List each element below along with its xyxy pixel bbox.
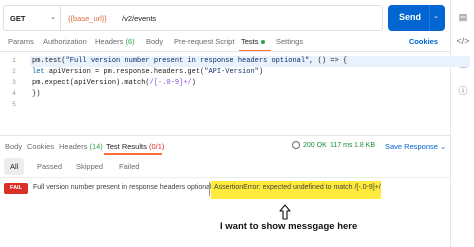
filter-all[interactable]: All bbox=[4, 158, 25, 175]
filters-divider bbox=[0, 177, 450, 178]
tab-test-results-count: (0/1) bbox=[148, 142, 165, 151]
annotation-caption: I want to show messgage here bbox=[220, 221, 358, 232]
active-tab-indicator bbox=[104, 153, 162, 155]
tab-response-body[interactable]: Body bbox=[5, 142, 22, 151]
url-input[interactable]: {{base_url}} /v2/events bbox=[61, 5, 383, 31]
code-icon[interactable]: </> bbox=[451, 36, 474, 46]
tab-response-headers[interactable]: Headers (14) bbox=[59, 142, 103, 151]
pane-splitter[interactable] bbox=[0, 135, 450, 136]
tab-tests[interactable]: Tests bbox=[241, 37, 265, 46]
code-token: ) bbox=[191, 79, 196, 87]
globe-icon[interactable] bbox=[292, 141, 300, 149]
code-regex: /[-.0-9]+/ bbox=[149, 79, 192, 87]
test-name: Full version number present in response … bbox=[33, 184, 212, 191]
test-result-row: FAIL Full version number present in resp… bbox=[4, 181, 444, 199]
tab-tests-label: Tests bbox=[241, 37, 259, 46]
tab-headers-count: (6) bbox=[125, 37, 135, 46]
error-message: AssertionError: expected undefined to ma… bbox=[214, 184, 381, 191]
method-select[interactable]: GET ⌄ bbox=[3, 5, 61, 31]
status-dot-icon bbox=[260, 40, 265, 45]
info-icon[interactable]: ⓘ bbox=[451, 84, 474, 97]
request-tabs: Params Authorization Headers (6) Body Pr… bbox=[0, 33, 450, 52]
tab-response-headers-count: (14) bbox=[89, 142, 103, 151]
code-string: "API-Version" bbox=[204, 68, 259, 76]
cookies-link[interactable]: Cookies bbox=[409, 37, 438, 46]
filter-failed[interactable]: Failed bbox=[113, 158, 145, 175]
line-number: 3 bbox=[12, 79, 16, 86]
code-line: pm.expect(apiVersion).match(/[-.0-9]+/) bbox=[32, 79, 196, 87]
tab-authorization[interactable]: Authorization bbox=[43, 37, 87, 46]
tab-params[interactable]: Params bbox=[8, 37, 34, 46]
line-number: 2 bbox=[12, 68, 16, 75]
send-label: Send bbox=[399, 12, 422, 22]
documentation-icon[interactable]: ▤ bbox=[451, 12, 474, 23]
result-divider bbox=[209, 182, 210, 196]
url-variable: {{base_url}} bbox=[68, 14, 107, 23]
filter-passed[interactable]: Passed bbox=[31, 158, 68, 175]
tab-headers[interactable]: Headers (6) bbox=[95, 37, 135, 46]
right-sidebar: ▤ </> ▭ ⓘ bbox=[450, 0, 474, 247]
tab-response-headers-label: Headers bbox=[59, 142, 88, 151]
url-path: /v2/events bbox=[122, 14, 157, 23]
test-result-filters: All Passed Skipped Failed bbox=[4, 158, 444, 176]
response-time: 117 ms bbox=[330, 142, 353, 149]
tab-body[interactable]: Body bbox=[146, 37, 163, 46]
code-token: pm.expect(apiVersion).match( bbox=[32, 79, 150, 87]
code-token: pm.test( bbox=[32, 57, 66, 65]
line-number-gutter: 1 2 3 4 5 bbox=[0, 52, 28, 127]
arrow-up-icon bbox=[279, 204, 291, 220]
status-code: 200 OK bbox=[303, 142, 327, 149]
code-line: pm.test("Full version number present in … bbox=[32, 57, 347, 65]
filter-skipped[interactable]: Skipped bbox=[70, 158, 109, 175]
code-token: }) bbox=[32, 90, 41, 98]
fail-badge: FAIL bbox=[4, 183, 28, 194]
line-number: 1 bbox=[12, 57, 16, 64]
code-token: apiVersion = pm.response.headers.get( bbox=[48, 68, 205, 76]
request-url-bar: GET ⌄ {{base_url}} /v2/events Send ⌄ bbox=[0, 5, 450, 31]
chevron-down-icon: ⌄ bbox=[50, 14, 56, 21]
tab-headers-label: Headers bbox=[95, 37, 124, 46]
line-number: 5 bbox=[12, 101, 16, 108]
save-response-button[interactable]: Save Response ⌄ bbox=[385, 142, 446, 151]
send-divider bbox=[429, 5, 430, 31]
tab-test-results[interactable]: Test Results (0/1) bbox=[106, 142, 164, 151]
response-tabs: Body Cookies Headers (14) Test Results (… bbox=[0, 138, 450, 155]
tab-pre-request-script[interactable]: Pre-request Script bbox=[174, 37, 234, 46]
chevron-down-icon[interactable]: ⌄ bbox=[433, 12, 439, 20]
tab-response-cookies[interactable]: Cookies bbox=[27, 142, 54, 151]
line-number: 4 bbox=[12, 90, 16, 97]
code-token: ) bbox=[258, 68, 264, 76]
code-string: "Full version number present in response… bbox=[65, 57, 310, 65]
method-label: GET bbox=[10, 14, 26, 23]
response-size: 1.8 KB bbox=[354, 142, 376, 149]
save-response-label: Save Response bbox=[385, 142, 438, 151]
send-button[interactable]: Send ⌄ bbox=[388, 5, 445, 31]
code-line: }) bbox=[32, 90, 40, 98]
code-line: let apiVersion = pm.response.headers.get… bbox=[32, 68, 263, 76]
test-script-editor[interactable]: 1 2 3 4 5 pm.test("Full version number p… bbox=[0, 52, 470, 127]
tab-settings[interactable]: Settings bbox=[276, 37, 303, 46]
tab-test-results-label: Test Results bbox=[106, 142, 147, 151]
code-keyword: let bbox=[32, 68, 49, 76]
code-token: , () => { bbox=[309, 57, 348, 65]
